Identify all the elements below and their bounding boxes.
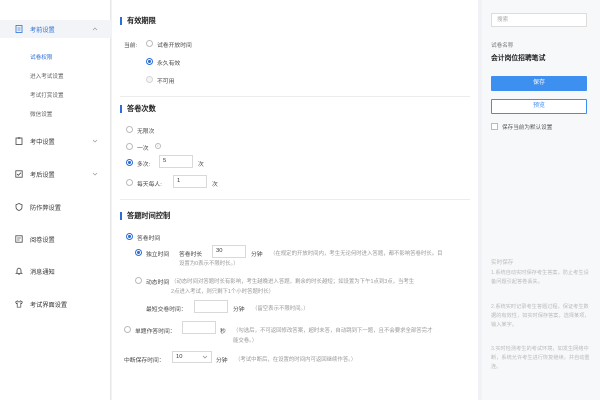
attempts-daily-input[interactable]: 1 (173, 175, 207, 188)
sidebar-item-label: 考后设置 (30, 171, 55, 179)
sidebar-item-exam-ui[interactable]: 考试界面设置 (0, 295, 111, 313)
attempts-unit: 次 (198, 162, 204, 168)
attempts-multiple-label: 多次: (137, 162, 151, 168)
duration-input[interactable]: 30 (212, 245, 246, 258)
duration-label: 答卷时长 (179, 252, 203, 258)
tips-title: 实时保存 (491, 260, 514, 266)
fixed-time-label: 独立时间 (146, 252, 170, 258)
tip-item-2: 2.系统实时记录考生答题过程，保证考生数据的有效性，如实时保存答案，选择某项，输… (491, 304, 590, 328)
chevron-down-icon (202, 354, 208, 360)
save-default-label: 保存当前为默认设置 (502, 125, 553, 131)
sidebar-item-label: 消息通知 (30, 268, 55, 276)
min-submit-input[interactable] (194, 300, 228, 313)
min-submit-note: （留空表示不限时间。） (252, 306, 309, 312)
sidebar-item-label: 考试界面设置 (30, 301, 68, 309)
dynamic-time-note-line1: （动态时间对答题时长有影响，考生越晚进入答题，剩余的时长越短；如设置为下午1点到… (171, 279, 415, 285)
pause-save-note: （考试中断后，在设置的时间内可返回继续作答。） (235, 357, 357, 363)
pause-save-label: 中断保存时间： (124, 358, 165, 364)
sidebar-item-label: 阅卷设置 (30, 236, 55, 244)
pause-save-select[interactable]: 10 (172, 351, 212, 363)
attempts-multiple-radio[interactable] (126, 159, 133, 166)
sidebar-item-label: 考中设置 (30, 138, 55, 146)
dynamic-time-radio[interactable] (135, 277, 142, 284)
min-submit-label: 最短交卷时间： (146, 307, 187, 313)
divider (120, 96, 470, 97)
single-question-input[interactable] (182, 321, 216, 334)
sidebar-item-grading[interactable]: 阅卷设置 (0, 230, 111, 248)
info-icon: i (155, 143, 161, 149)
sidebar-sub-item-exam-permission[interactable]: 试卷权限 (30, 53, 52, 61)
search-input[interactable]: 搜索 (491, 13, 587, 27)
exam-time-radio[interactable] (126, 233, 133, 240)
clipboard-icon (15, 137, 23, 145)
validity-unavailable-label: 不可用 (157, 79, 175, 85)
exam-name-value: 会计岗位招聘笔试 (491, 55, 546, 62)
attempts-once-label: 一次 (137, 146, 149, 152)
bell-icon (15, 267, 23, 275)
sidebar-item-label: 考前设置 (30, 26, 55, 34)
validity-open-time-radio[interactable] (146, 40, 153, 47)
sidebar-item-pre-exam[interactable]: 考前设置 (0, 20, 111, 38)
grading-icon (15, 235, 23, 243)
sidebar: 考前设置 试卷权限 进入考试设置 考试打赏设置 微信设置 考中设置 考后设置 防… (0, 0, 111, 400)
section-title-time-control: 答题时间控制 (120, 212, 170, 220)
duration-unit: 分钟 (251, 252, 263, 258)
shirt-icon (15, 300, 23, 308)
tip-item-3: 3.实时检测考生的考试环境，如发生网络中断，系统允许考生进行恢复继续，并自动重连… (491, 346, 590, 370)
chevron-up-icon (92, 26, 98, 32)
attempts-once-radio[interactable] (126, 143, 133, 150)
app-frame: 考前设置 试卷权限 进入考试设置 考试打赏设置 微信设置 考中设置 考后设置 防… (0, 0, 600, 400)
shield-icon (15, 203, 23, 211)
chevron-down-icon (92, 138, 98, 144)
attempts-unlimited-radio[interactable] (126, 126, 133, 133)
single-question-note-line1: （勾选后，不可返回修改答案，超时未答，自动跳到下一题，且不会要求全部答完才 (233, 328, 433, 334)
single-question-label: 单题作答时间： (135, 329, 176, 335)
validity-open-time-label: 试卷开放时间 (157, 43, 192, 49)
fixed-time-note-line1: （在规定的开放时间内，考生无论何时进入答题，都不影响答卷时长。目 (270, 251, 443, 257)
pause-save-value: 10 (176, 354, 183, 360)
right-panel: 搜索 试卷名称 会计岗位招聘笔试 保存 预览 保存当前为默认设置 实时保存 1.… (482, 0, 600, 400)
sidebar-item-post-exam[interactable]: 考后设置 (0, 165, 111, 183)
dynamic-time-label: 动态时间 (146, 280, 170, 286)
chevron-down-icon (92, 171, 98, 177)
dynamic-time-note-line2: 2点进入考试，则只剩下1个小时答题时长） (171, 289, 275, 295)
preview-button[interactable]: 预览 (491, 99, 587, 114)
main-content: 有效期限 当前: 试卷开放时间 永久有效 不可用 答卷次数 无限次 一次 i 多… (112, 0, 478, 400)
exam-name-label: 试卷名称 (491, 43, 514, 49)
validity-permanent-radio[interactable] (146, 58, 153, 65)
attempts-multiple-input[interactable]: 5 (159, 155, 193, 168)
sidebar-item-anti-cheat[interactable]: 防作弊设置 (0, 198, 111, 216)
checklist-icon (15, 170, 23, 178)
attempts-daily-label: 每天每人: (137, 182, 162, 188)
tip-item-1: 1.系统自动实时保存考生答案，防止考生设备问题引起答卷丢失。 (491, 270, 589, 285)
section-title-validity: 有效期限 (120, 17, 156, 25)
validity-unavailable-radio[interactable] (146, 76, 153, 83)
fixed-time-note-line2: 设置为0表示不限时长。） (179, 261, 239, 267)
save-default-checkbox[interactable] (491, 123, 498, 130)
sidebar-item-label: 防作弊设置 (30, 204, 61, 212)
fixed-time-radio[interactable] (135, 249, 142, 256)
attempts-daily-radio[interactable] (126, 179, 133, 186)
sidebar-item-in-exam[interactable]: 考中设置 (0, 132, 111, 150)
save-button[interactable]: 保存 (491, 76, 587, 91)
current-label: 当前: (124, 43, 138, 49)
min-submit-unit: 分钟 (233, 307, 245, 313)
validity-permanent-label: 永久有效 (157, 61, 181, 67)
pause-save-unit: 分钟 (216, 358, 228, 364)
exam-time-label: 答卷时间 (137, 236, 161, 242)
section-title-attempts: 答卷次数 (120, 105, 156, 113)
single-question-unit: 秒 (220, 329, 226, 335)
divider (120, 199, 470, 200)
document-icon (15, 25, 23, 33)
sidebar-sub-item-reward[interactable]: 考试打赏设置 (30, 91, 64, 99)
single-question-radio[interactable] (124, 326, 131, 333)
attempts-unlimited-label: 无限次 (137, 129, 155, 135)
sidebar-sub-item-enter-exam[interactable]: 进入考试设置 (30, 72, 64, 80)
sidebar-item-notifications[interactable]: 消息通知 (0, 262, 111, 280)
attempts-daily-unit: 次 (212, 182, 218, 188)
single-question-note-line2: 能交卷。） (233, 338, 258, 344)
sidebar-sub-item-wechat[interactable]: 微信设置 (30, 110, 52, 118)
